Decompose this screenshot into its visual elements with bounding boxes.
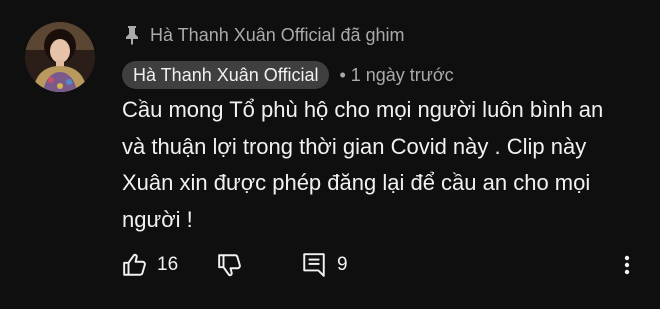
like-button[interactable]: 16 (122, 250, 178, 280)
reply-count: 9 (337, 254, 348, 275)
dislike-button[interactable] (217, 250, 243, 280)
pinned-label: Hà Thanh Xuân Official đã ghim (124, 24, 405, 46)
pin-icon (124, 25, 140, 45)
replies-button[interactable]: 9 (302, 250, 348, 280)
thumbs-up-icon (122, 252, 148, 278)
comment-timestamp[interactable]: • 1 ngày trước (339, 65, 453, 86)
comment-header: Hà Thanh Xuân Official • 1 ngày trước (122, 61, 454, 89)
pinned-comment: Hà Thanh Xuân Official đã ghim Hà Thanh … (0, 0, 660, 309)
author-name-chip[interactable]: Hà Thanh Xuân Official (122, 61, 330, 89)
thumbs-down-icon (217, 252, 243, 278)
pinned-text: Hà Thanh Xuân Official đã ghim (150, 24, 405, 45)
avatar[interactable] (25, 22, 95, 92)
more-actions-button[interactable] (622, 250, 632, 280)
reply-comment-icon (302, 252, 326, 278)
comment-text: Cầu mong Tổ phù hộ cho mọi người luôn bì… (122, 97, 604, 232)
like-count: 16 (157, 254, 179, 275)
comment-actions: 16 9 (122, 250, 642, 280)
more-vertical-icon (622, 252, 632, 278)
